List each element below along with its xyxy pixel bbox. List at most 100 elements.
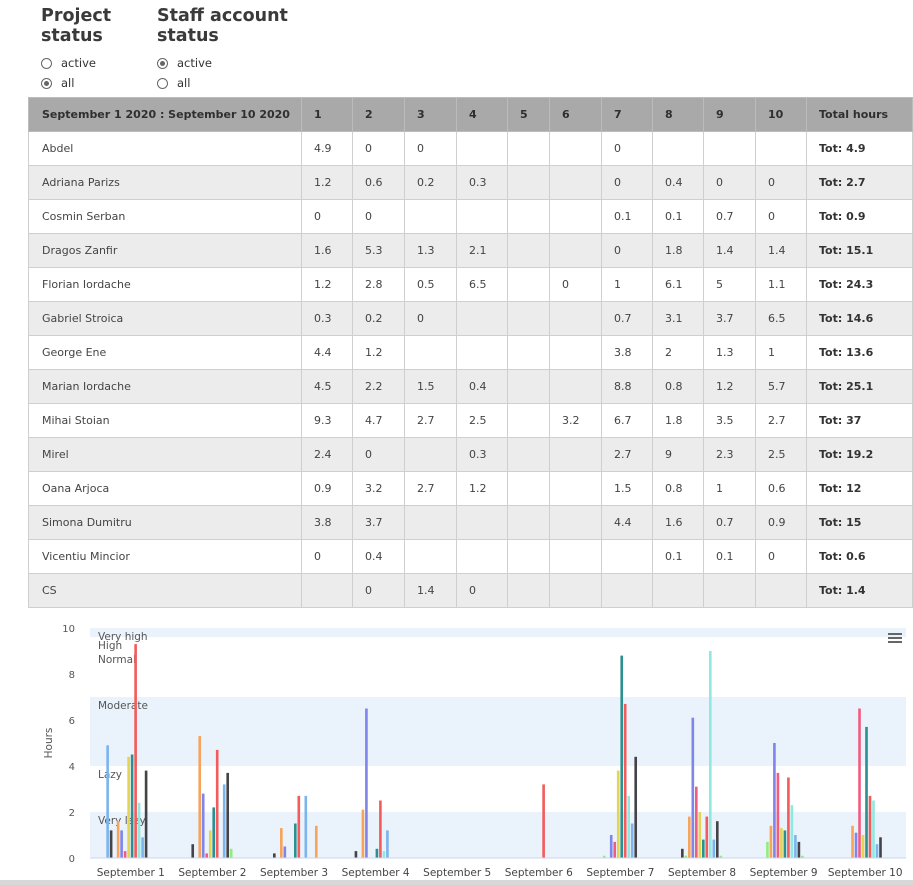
chart-bar[interactable]: [130, 754, 134, 859]
chart-bar[interactable]: [769, 825, 773, 858]
table-row: Abdel 4.9 0 0 0 Tot: 4.9: [28, 131, 913, 166]
total-hours-cell: Tot: 4.9: [806, 131, 913, 166]
radio-project-all[interactable]: [41, 77, 52, 89]
hours-cell: 1.4: [404, 573, 457, 608]
chart-bar[interactable]: [123, 851, 127, 858]
chart-bar[interactable]: [144, 770, 148, 858]
chart-bar[interactable]: [858, 708, 861, 859]
chart-bar[interactable]: [208, 830, 212, 858]
chart-bar[interactable]: [222, 784, 226, 858]
hamburger-line: [888, 637, 902, 639]
chart-bar[interactable]: [127, 756, 130, 858]
staff-status-title-line1: Staff account: [157, 6, 288, 26]
chart-bar[interactable]: [379, 800, 382, 859]
chart-bar[interactable]: [715, 821, 719, 858]
chart-bar[interactable]: [865, 726, 868, 858]
chart-bar[interactable]: [613, 841, 617, 858]
chart-bar[interactable]: [116, 821, 120, 858]
chart-bar[interactable]: [630, 823, 634, 859]
chart-bar[interactable]: [542, 784, 545, 858]
chart-bar[interactable]: [794, 835, 797, 858]
hours-cell: 3.5: [703, 403, 756, 438]
chart-bar[interactable]: [790, 805, 794, 858]
chart-bar[interactable]: [283, 846, 287, 859]
hours-cell: 1.5: [601, 471, 653, 506]
chart-bar[interactable]: [851, 825, 854, 858]
chart-bar[interactable]: [616, 770, 620, 858]
hours-cell: 0.4: [352, 539, 405, 574]
chart-bar[interactable]: [787, 777, 790, 859]
chart-bar[interactable]: [304, 795, 308, 858]
chart-bar[interactable]: [872, 800, 875, 859]
chart-bar[interactable]: [695, 786, 698, 858]
chart-bar[interactable]: [868, 795, 872, 858]
hamburger-icon[interactable]: [888, 633, 902, 643]
chart-bar[interactable]: [215, 749, 219, 858]
chart-bar[interactable]: [681, 848, 684, 858]
chart-bar[interactable]: [797, 841, 801, 858]
chart-bar[interactable]: [109, 830, 113, 858]
radio-project-active[interactable]: [41, 57, 52, 69]
chart-bar[interactable]: [137, 802, 141, 858]
chart-bar[interactable]: [623, 703, 627, 858]
chart-bar[interactable]: [375, 848, 379, 858]
chart-bar[interactable]: [691, 717, 695, 858]
chart-bar[interactable]: [879, 837, 882, 858]
hours-cell: 1.3: [703, 335, 756, 370]
chart-bar[interactable]: [314, 825, 318, 858]
chart-bar[interactable]: [134, 644, 137, 858]
chart-bar[interactable]: [226, 772, 230, 858]
chart-bar[interactable]: [634, 756, 638, 858]
chart-bar[interactable]: [861, 835, 865, 858]
chart-bar[interactable]: [273, 853, 276, 858]
hours-cell: 0.2: [404, 165, 457, 200]
chart-bar[interactable]: [783, 830, 787, 858]
chart-bar[interactable]: [141, 837, 144, 858]
chart-bar[interactable]: [698, 812, 702, 858]
chart-bar[interactable]: [280, 828, 283, 858]
chart-bar[interactable]: [766, 841, 769, 858]
chart-bar[interactable]: [294, 823, 297, 859]
chart-bar[interactable]: [212, 807, 216, 858]
radio-staff-active[interactable]: [157, 57, 168, 69]
project-status-option-active[interactable]: active: [41, 53, 171, 73]
staff-status-option-active[interactable]: active: [157, 53, 297, 73]
chart-bar[interactable]: [875, 844, 879, 858]
chart-bar[interactable]: [198, 736, 202, 858]
hours-cell: 0: [601, 165, 653, 200]
chart-bar[interactable]: [120, 830, 123, 858]
staff-name-cell: Adriana Parizs: [28, 165, 302, 200]
chart-bar[interactable]: [365, 708, 368, 859]
chart-bar[interactable]: [712, 839, 716, 858]
chart-bar[interactable]: [205, 853, 209, 858]
hours-cell: [404, 199, 457, 234]
chart-bar[interactable]: [106, 745, 109, 858]
horizontal-scrollbar[interactable]: [0, 880, 913, 885]
project-status-option-all[interactable]: all: [41, 73, 171, 93]
hours-cell: 3.7: [352, 505, 405, 540]
chart-bar[interactable]: [361, 809, 365, 858]
chart-bar[interactable]: [780, 828, 783, 858]
chart-bar[interactable]: [627, 795, 631, 858]
chart-bar[interactable]: [354, 851, 358, 858]
chart-bar[interactable]: [708, 651, 712, 858]
chart-bar[interactable]: [609, 835, 613, 858]
chart-bar[interactable]: [201, 793, 205, 858]
chart-bar[interactable]: [229, 848, 233, 858]
chart-bar[interactable]: [382, 851, 386, 858]
hours-cell: [301, 573, 353, 608]
chart-bar[interactable]: [705, 816, 709, 858]
chart-bar[interactable]: [688, 816, 691, 858]
chart-bar[interactable]: [773, 743, 776, 858]
chart-bar[interactable]: [297, 795, 301, 858]
chart-bar[interactable]: [191, 844, 195, 858]
chart-bar[interactable]: [776, 772, 780, 858]
hours-cell: 1.2: [703, 369, 756, 404]
chart-bar[interactable]: [620, 655, 624, 858]
staff-status-option-all[interactable]: all: [157, 73, 297, 93]
radio-staff-all[interactable]: [157, 77, 168, 89]
chart-bar[interactable]: [386, 830, 389, 858]
chart-bar[interactable]: [702, 839, 705, 858]
total-hours-cell: Tot: 0.6: [806, 539, 913, 574]
chart-bar[interactable]: [854, 832, 858, 858]
